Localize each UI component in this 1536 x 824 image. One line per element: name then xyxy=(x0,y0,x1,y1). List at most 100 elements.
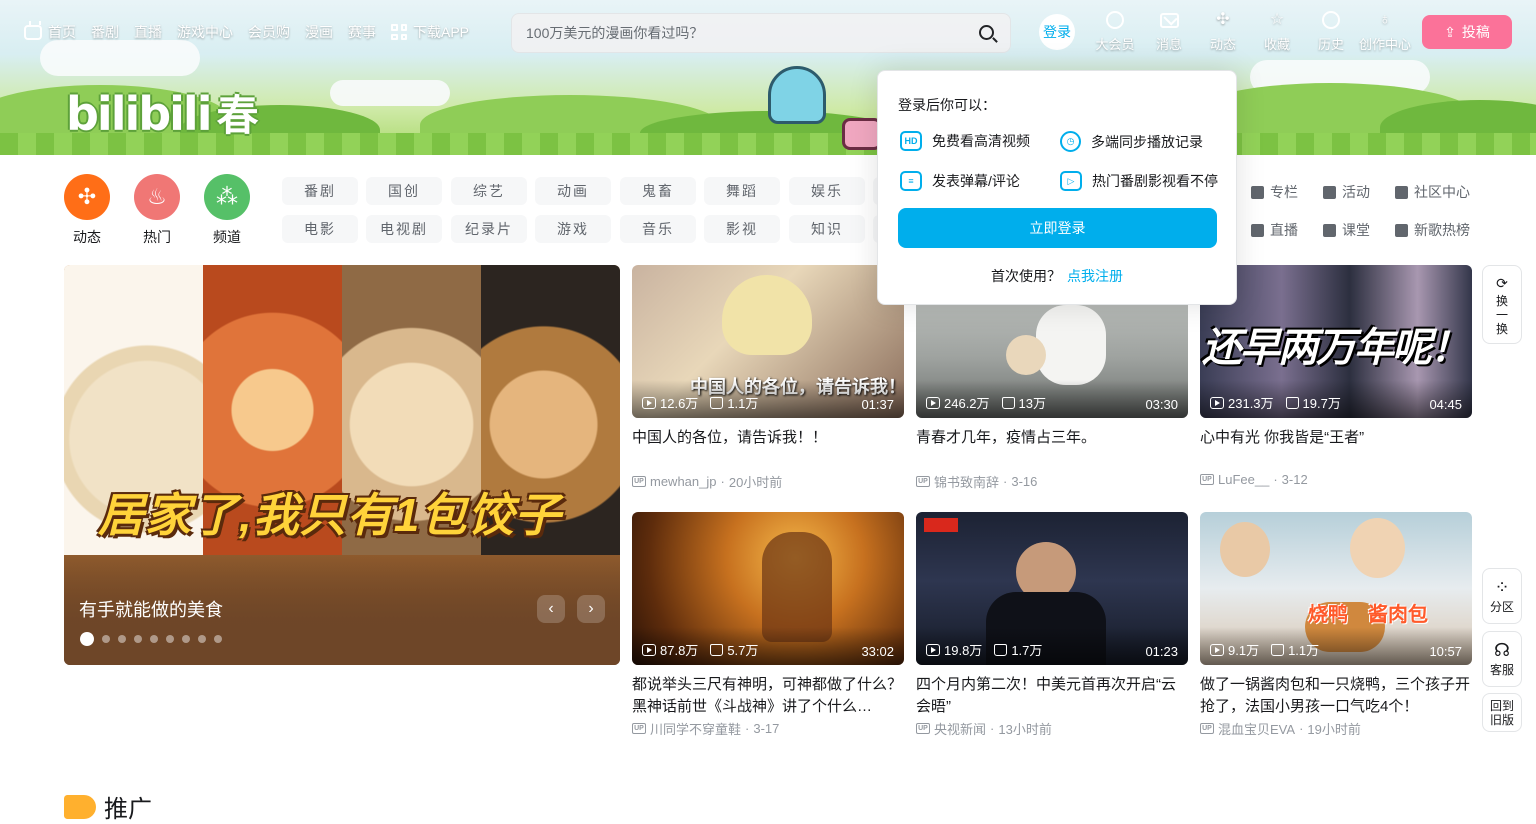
login-now-button[interactable]: 立即登录 xyxy=(898,208,1217,248)
tag-variety[interactable]: 综艺 xyxy=(451,177,527,205)
video-time: 3-17 xyxy=(753,721,780,736)
video-title[interactable]: 都说举头三尺有神明，可神都做了什么？黑神话前世《斗战神》讲了个什么… xyxy=(632,674,904,718)
tag-entertainment[interactable]: 娱乐 xyxy=(789,177,865,205)
video-author[interactable]: 央视新闻 xyxy=(934,719,986,738)
video-title[interactable]: 心中有光 你我皆是“王者” xyxy=(1200,427,1472,471)
carousel-dot[interactable] xyxy=(198,635,206,643)
channel-channels-button[interactable]: ⁂ xyxy=(204,174,250,220)
carousel-next-button[interactable]: › xyxy=(577,595,605,623)
chevron-right-icon: › xyxy=(588,600,594,617)
channel-channels-label: 频道 xyxy=(213,229,241,245)
like-icon xyxy=(710,643,724,656)
nav-favorites[interactable]: ☆ 收藏 xyxy=(1250,10,1304,53)
link-live[interactable]: 直播 xyxy=(1251,220,1298,240)
video-title[interactable]: 做了一锅酱肉包和一只烧鸭，三个孩子开抢了，法国小男孩一口气吃4个！ xyxy=(1200,674,1472,718)
video-card[interactable]: 中国人的各位，请告诉我！！ 12.6万 1.1万 01:37 中国人的各位，请告… xyxy=(632,265,904,491)
tag-guochuang[interactable]: 国创 xyxy=(366,177,442,205)
video-title[interactable]: 四个月内第二次！中美元首再次开启“云会晤” xyxy=(916,674,1188,718)
video-author[interactable]: 混血宝贝EVA xyxy=(1218,719,1295,738)
video-time: 3-12 xyxy=(1281,472,1308,487)
nav-home[interactable]: 首页 xyxy=(24,22,76,42)
video-card[interactable]: 还早两万年呢！ 231.3万 19.7万 04:45 心中有光 你我皆是“王者”… xyxy=(1200,265,1472,487)
link-column[interactable]: 专栏 xyxy=(1251,182,1298,202)
link-community[interactable]: 社区中心 xyxy=(1395,182,1470,202)
channel-dynamic-button[interactable]: ✣ xyxy=(64,174,110,220)
channel-hot-button[interactable]: ♨ xyxy=(134,174,180,220)
tag-documentary[interactable]: 纪录片 xyxy=(451,215,527,243)
carousel-dot[interactable] xyxy=(80,632,94,646)
search-input[interactable] xyxy=(520,19,960,47)
nav-messages[interactable]: 消息 xyxy=(1142,10,1196,53)
video-thumbnail[interactable]: 还早两万年呢！ 231.3万 19.7万 04:45 xyxy=(1200,265,1472,418)
video-author[interactable]: 川同学不穿童鞋 xyxy=(650,719,741,738)
nav-dynamic[interactable]: ✣ 动态 xyxy=(1196,10,1250,53)
tag-game[interactable]: 游戏 xyxy=(535,215,611,243)
carousel-prev-button[interactable]: ‹ xyxy=(537,595,565,623)
uploader-icon: UP xyxy=(632,476,646,487)
nav-vip[interactable]: 大会员 xyxy=(1088,10,1142,53)
megaphone-icon xyxy=(64,794,96,819)
nav-label: 大会员 xyxy=(1095,37,1135,52)
tag-movie[interactable]: 电影 xyxy=(282,215,358,243)
carousel-dot[interactable] xyxy=(166,635,174,643)
old-version-button[interactable]: 回到 旧版 xyxy=(1482,693,1522,732)
video-thumbnail[interactable]: 87.8万 5.7万 33:02 xyxy=(632,512,904,665)
like-icon xyxy=(1001,396,1015,409)
tag-music[interactable]: 音乐 xyxy=(620,215,696,243)
first-use-text: 首次使用？ xyxy=(991,268,1061,284)
tag-tv-drama[interactable]: 电视剧 xyxy=(366,215,442,243)
customer-service-button[interactable]: ☊ 客服 xyxy=(1482,631,1522,687)
carousel-dot[interactable] xyxy=(134,635,142,643)
nav-anime[interactable]: 番剧 xyxy=(91,22,119,42)
link-classroom[interactable]: 课堂 xyxy=(1323,220,1370,240)
play-icon: ▷ xyxy=(1060,171,1082,191)
tag-anime[interactable]: 番剧 xyxy=(282,177,358,205)
search-icon[interactable] xyxy=(979,25,994,40)
carousel-dot[interactable] xyxy=(118,635,126,643)
video-card[interactable]: 19.8万 1.7万 01:23 四个月内第二次！中美元首再次开启“云会晤” U… xyxy=(916,512,1188,738)
video-title[interactable]: 中国人的各位，请告诉我！！ xyxy=(632,427,904,471)
video-duration: 01:23 xyxy=(1145,644,1178,659)
tag-film-tv[interactable]: 影视 xyxy=(704,215,780,243)
bilibili-logo[interactable]: bilibili 春 xyxy=(66,82,258,143)
nav-game-center[interactable]: 游戏中心 xyxy=(177,22,233,42)
carousel-dot[interactable] xyxy=(182,635,190,643)
carousel-dot[interactable] xyxy=(214,635,222,643)
video-thumbnail[interactable]: 中国人的各位，请告诉我！！ 12.6万 1.1万 01:37 xyxy=(632,265,904,418)
register-link[interactable]: 点我注册 xyxy=(1067,268,1123,284)
video-thumbnail[interactable]: 19.8万 1.7万 01:23 xyxy=(916,512,1188,665)
video-card[interactable]: 87.8万 5.7万 33:02 都说举头三尺有神明，可神都做了什么？黑神话前世… xyxy=(632,512,904,738)
feature-label: 多端同步播放记录 xyxy=(1091,133,1203,150)
logo-suffix: 春 xyxy=(216,91,258,140)
nav-creator-center[interactable]: ♁ 创作中心 xyxy=(1358,10,1412,53)
carousel-caption[interactable]: 有手就能做的美食 xyxy=(79,596,223,622)
play-count: 246.2万 xyxy=(944,396,990,411)
nav-download-app[interactable]: 下载APP xyxy=(391,22,469,42)
video-author[interactable]: mewhan_jp xyxy=(650,474,717,489)
carousel-dot[interactable] xyxy=(102,635,110,643)
tag-knowledge[interactable]: 知识 xyxy=(789,215,865,243)
login-avatar-button[interactable]: 登录 xyxy=(1039,14,1075,50)
video-author[interactable]: LuFee__ xyxy=(1218,472,1269,487)
video-title[interactable]: 青春才几年，疫情占三年。 xyxy=(916,427,1188,471)
nav-manga[interactable]: 漫画 xyxy=(305,22,333,42)
banner-carousel[interactable]: 居家了,我只有1包饺子 有手就能做的美食 ‹ › xyxy=(64,265,620,665)
video-thumbnail[interactable]: 烧鸭 酱肉包 9.1万 1.1万 10:57 xyxy=(1200,512,1472,665)
upload-button[interactable]: ⇪ 投稿 xyxy=(1422,15,1512,49)
video-card[interactable]: 烧鸭 酱肉包 9.1万 1.1万 10:57 做了一锅酱肉包和一只烧鸭，三个孩子… xyxy=(1200,512,1472,738)
link-new-songs[interactable]: 新歌热榜 xyxy=(1395,220,1470,240)
tag-dance[interactable]: 舞蹈 xyxy=(704,177,780,205)
nav-shop[interactable]: 会员购 xyxy=(248,22,290,42)
feature-label: 发表弹幕/评论 xyxy=(932,173,1020,189)
section-button[interactable]: ⁘ 分区 xyxy=(1482,568,1522,624)
tag-kichiku[interactable]: 鬼畜 xyxy=(620,177,696,205)
carousel-dot[interactable] xyxy=(150,635,158,643)
refresh-button[interactable]: ⟳ 换 一 换 xyxy=(1482,265,1522,344)
link-activity[interactable]: 活动 xyxy=(1323,182,1370,202)
video-author[interactable]: 锦书致南辞 xyxy=(934,472,999,491)
nav-history[interactable]: 历史 xyxy=(1304,10,1358,53)
link-label: 社区中心 xyxy=(1414,184,1470,200)
tag-animation[interactable]: 动画 xyxy=(535,177,611,205)
nav-esports[interactable]: 赛事 xyxy=(348,22,376,42)
nav-live[interactable]: 直播 xyxy=(134,22,162,42)
